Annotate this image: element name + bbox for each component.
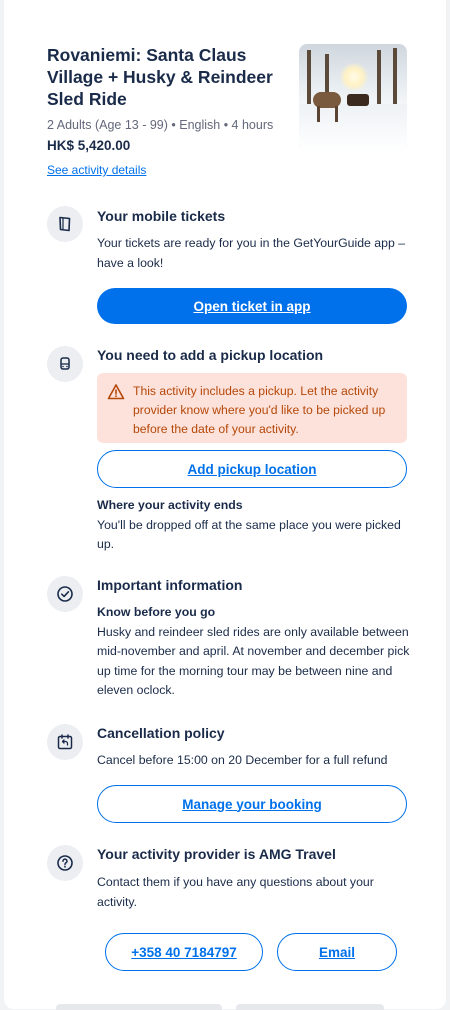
- tickets-text: Your tickets are ready for you in the Ge…: [97, 236, 406, 270]
- activity-end-title: Where your activity ends: [97, 498, 243, 512]
- activity-thumbnail[interactable]: [299, 44, 407, 152]
- cancellation-title: Cancellation policy: [97, 725, 225, 741]
- check-circle-icon: [47, 576, 83, 612]
- booking-card: Rovaniemi: Santa Claus Village + Husky &…: [4, 0, 446, 1010]
- thumbnail-sled: [347, 94, 369, 106]
- activity-price: HK$ 5,420.00: [47, 138, 131, 153]
- activity-title: Rovaniemi: Santa Claus Village + Husky &…: [47, 45, 273, 109]
- thumbnail-tree: [377, 50, 381, 108]
- thumbnail-tree: [393, 48, 397, 110]
- important-info-text: Husky and reindeer sled rides are only a…: [97, 624, 410, 698]
- calendar-undo-icon: [47, 724, 83, 760]
- pickup-title: You need to add a pickup location: [97, 347, 324, 363]
- thumbnail-sun: [339, 62, 369, 92]
- manage-booking-button[interactable]: Manage your booking: [97, 785, 407, 823]
- next-section-button-stub: [56, 1004, 222, 1010]
- see-activity-details-link[interactable]: See activity details: [47, 163, 146, 177]
- add-pickup-location-button[interactable]: Add pickup location: [97, 450, 407, 488]
- ticket-icon: [47, 206, 83, 242]
- tickets-title: Your mobile tickets: [97, 208, 226, 224]
- thumbnail-reindeer-leg: [335, 106, 338, 122]
- call-provider-button[interactable]: +358 40 7184797: [105, 933, 263, 971]
- warning-icon: [107, 384, 125, 400]
- activity-end-block: Where your activity ends You'll be dropp…: [97, 496, 412, 555]
- provider-title: Your activity provider is AMG Travel: [97, 846, 336, 862]
- activity-header: Rovaniemi: Santa Claus Village + Husky &…: [47, 44, 277, 179]
- thumbnail-snow: [299, 104, 407, 152]
- pickup-alert: This activity includes a pickup. Let the…: [97, 373, 407, 443]
- cancellation-text: Cancel before 15:00 on 20 December for a…: [97, 753, 388, 767]
- important-info-title: Important information: [97, 577, 243, 593]
- important-info-block: Know before you go Husky and reindeer sl…: [97, 603, 412, 701]
- email-provider-button[interactable]: Email: [277, 933, 397, 971]
- open-ticket-in-app-button[interactable]: Open ticket in app: [97, 288, 407, 324]
- bus-icon: [47, 346, 83, 382]
- know-before-you-go-title: Know before you go: [97, 605, 216, 619]
- next-section-button-stub: [236, 1004, 384, 1010]
- pickup-alert-text: This activity includes a pickup. Let the…: [133, 384, 386, 436]
- help-icon: [47, 845, 83, 881]
- activity-meta: 2 Adults (Age 13 - 99) • English • 4 hou…: [47, 118, 274, 132]
- activity-end-text: You'll be dropped off at the same place …: [97, 517, 401, 552]
- provider-text: Contact them if you have any questions a…: [97, 875, 374, 909]
- thumbnail-tree: [307, 50, 311, 110]
- thumbnail-reindeer-leg: [317, 106, 320, 122]
